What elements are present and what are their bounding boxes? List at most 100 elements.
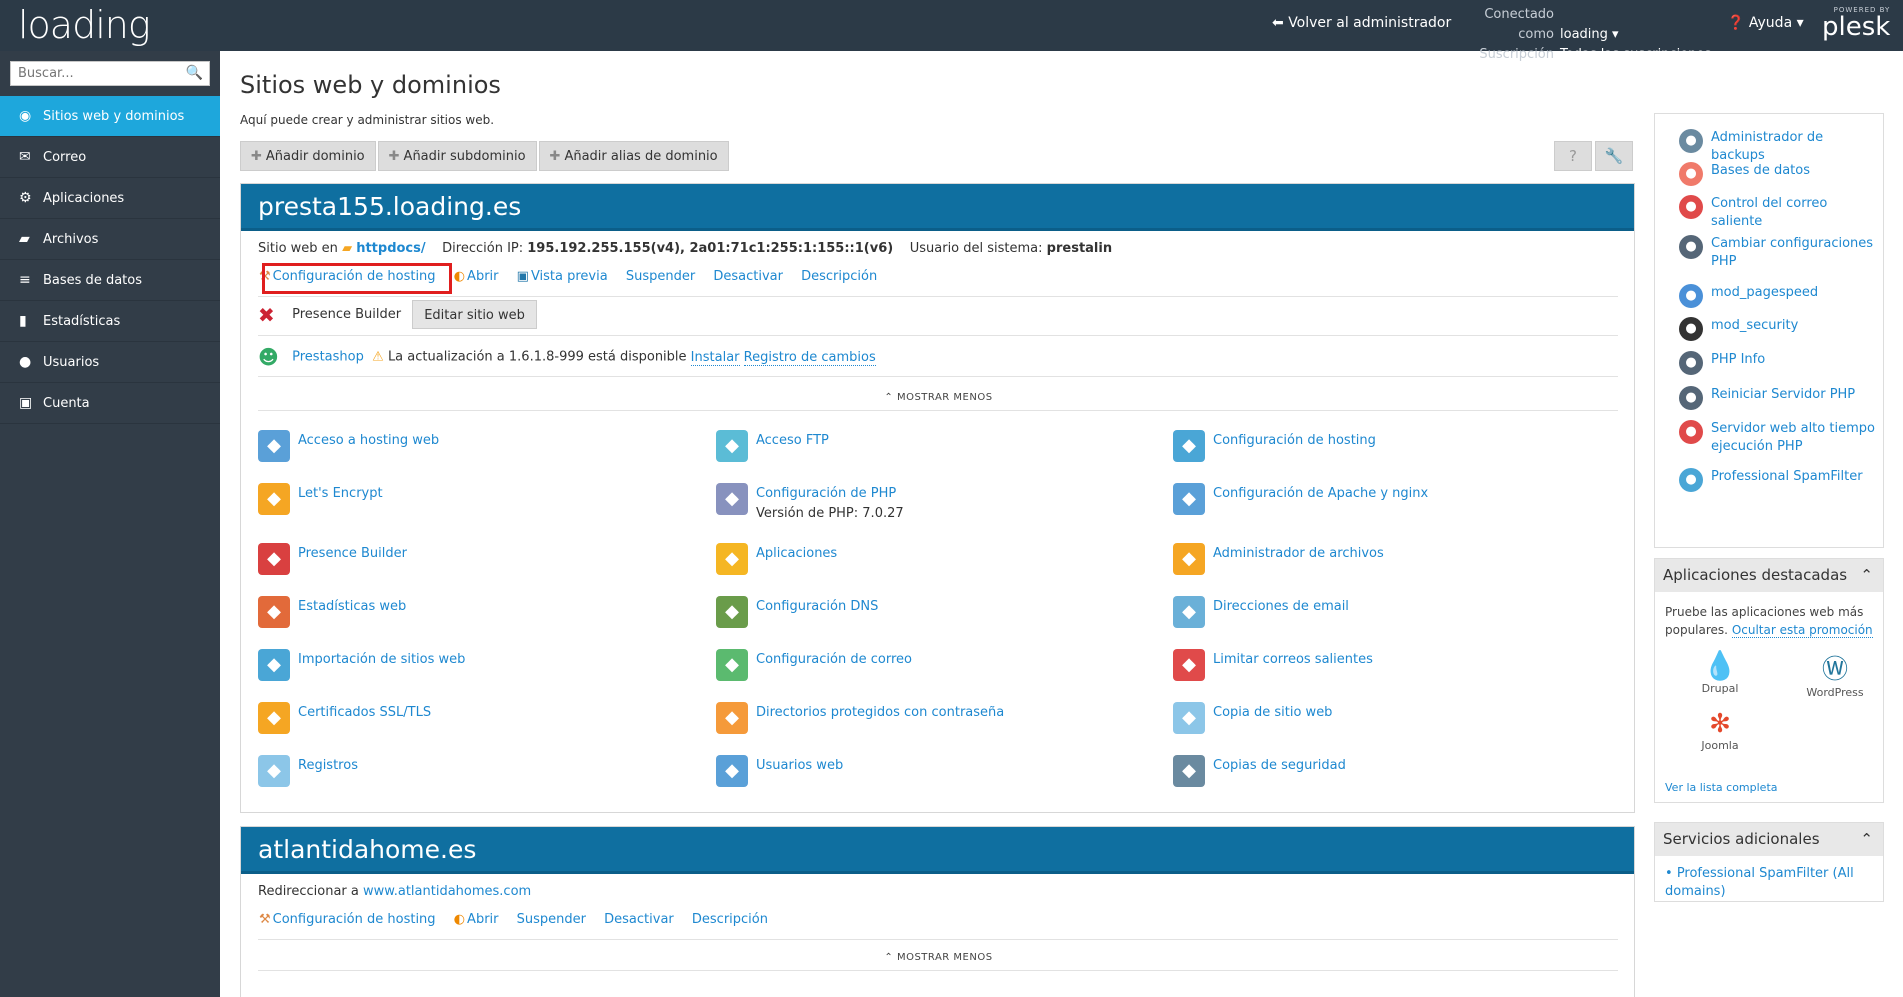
- tool-label[interactable]: Presence Builder: [298, 546, 407, 561]
- tool-label[interactable]: Certificados SSL/TLS: [298, 705, 431, 720]
- user-menu[interactable]: loading ▾: [1560, 27, 1619, 42]
- tool-tile[interactable]: ◆ Importación de sitios web: [258, 649, 698, 689]
- tool-tile[interactable]: ◆ Copia de sitio web: [1173, 702, 1613, 742]
- brand-logo[interactable]: loading: [18, 3, 151, 47]
- sidebar-item-mail[interactable]: ✉ Correo: [0, 137, 220, 178]
- chevron-up-icon[interactable]: ⌃: [1860, 559, 1873, 592]
- tool-label[interactable]: Configuración DNS: [756, 599, 878, 614]
- suspend-link[interactable]: Suspender: [626, 269, 695, 284]
- tool-label[interactable]: Acceso a hosting web: [298, 433, 439, 448]
- show-less-toggle[interactable]: ⌃ MOSTRAR MENOS: [241, 952, 1636, 963]
- tools-button[interactable]: 🔧: [1595, 141, 1633, 171]
- domain-title[interactable]: presta155.loading.es: [241, 184, 1634, 231]
- tool-label[interactable]: Copia de sitio web: [1213, 705, 1332, 720]
- tool-tile[interactable]: ◆ Let's Encrypt: [258, 483, 698, 523]
- full-list-link[interactable]: Ver la lista completa: [1665, 781, 1778, 794]
- tool-label[interactable]: Configuración de hosting: [1213, 433, 1376, 448]
- hide-promo-link[interactable]: Ocultar esta promoción: [1731, 623, 1873, 638]
- app-wordpress[interactable]: Ⓦ WordPress: [1800, 649, 1870, 699]
- preview-link[interactable]: ▣ Vista previa: [517, 269, 608, 284]
- tool-tile[interactable]: ◆ Limitar correos salientes: [1173, 649, 1613, 689]
- suspend-link[interactable]: Suspender: [517, 912, 586, 927]
- tool-label[interactable]: Importación de sitios web: [298, 652, 465, 667]
- tool-tile[interactable]: ◆ Direcciones de email: [1173, 596, 1613, 636]
- prestashop-link[interactable]: Prestashop: [292, 350, 364, 365]
- tool-tile[interactable]: ◆ Aplicaciones: [716, 543, 1156, 583]
- sidebar-item-statistics[interactable]: ▮ Estadísticas: [0, 301, 220, 342]
- description-link[interactable]: Descripción: [801, 269, 877, 284]
- domain-title[interactable]: atlantidahome.es: [241, 827, 1634, 874]
- help-button[interactable]: ?: [1554, 141, 1592, 171]
- spamfilter-all-domains-link[interactable]: Professional SpamFilter (All domains): [1665, 866, 1854, 899]
- warning-icon: ⚠: [372, 349, 384, 365]
- tool-tile[interactable]: ◆ Presence Builder: [258, 543, 698, 583]
- redirect-link[interactable]: www.atlantidahomes.com: [363, 884, 531, 899]
- copy-site-icon: ◆: [1173, 702, 1205, 734]
- sidebar-item-account[interactable]: ▣ Cuenta: [0, 383, 220, 424]
- search-input[interactable]: [11, 62, 181, 85]
- tool-label[interactable]: Estadísticas web: [298, 599, 406, 614]
- hosting-settings-link[interactable]: ⚒ Configuración de hosting: [259, 912, 436, 927]
- tool-label[interactable]: Configuración de PHP: [756, 486, 896, 501]
- deactivate-link[interactable]: Desactivar: [713, 269, 783, 284]
- tool-tile[interactable]: ◆ Configuración de PHP Versión de PHP: 7.0…: [716, 483, 1156, 523]
- tool-tile[interactable]: ◆ Directorios protegidos con contraseña: [716, 702, 1156, 742]
- tool-tile[interactable]: ◆ Configuración de Apache y nginx: [1173, 483, 1613, 523]
- tool-tile[interactable]: ◆ Certificados SSL/TLS: [258, 702, 698, 742]
- tool-tile[interactable]: ◆ Acceso a hosting web: [258, 430, 698, 470]
- tool-tile[interactable]: ◆ Copias de seguridad: [1173, 755, 1613, 795]
- dns-icon: ◆: [716, 596, 748, 628]
- changelog-link[interactable]: Registro de cambios: [743, 349, 876, 366]
- tool-label[interactable]: Limitar correos salientes: [1213, 652, 1373, 667]
- search-icon[interactable]: 🔍: [186, 65, 203, 81]
- open-icon: ◐: [453, 912, 466, 927]
- add-domain-button[interactable]: ✚ Añadir dominio: [240, 141, 376, 171]
- help-menu[interactable]: ❓ Ayuda ▾: [1727, 15, 1804, 31]
- tool-tile[interactable]: ◆ Estadísticas web: [258, 596, 698, 636]
- edit-website-button[interactable]: Editar sitio web: [412, 300, 537, 329]
- tool-label[interactable]: Administrador de archivos: [1213, 546, 1384, 561]
- back-to-admin-button[interactable]: ⬅ Volver al administrador: [1272, 15, 1451, 31]
- add-subdomain-button[interactable]: ✚ Añadir subdominio: [377, 141, 537, 171]
- sidebar-item-websites[interactable]: ◉ Sitios web y dominios: [0, 96, 220, 137]
- tool-label[interactable]: Directorios protegidos con contraseña: [756, 705, 1004, 720]
- tool-tile[interactable]: ◆ Usuarios web: [716, 755, 1156, 795]
- install-update-link[interactable]: Instalar: [690, 349, 740, 366]
- tool-tile[interactable]: ◆ Configuración DNS: [716, 596, 1156, 636]
- deactivate-link[interactable]: Desactivar: [604, 912, 674, 927]
- app-drupal[interactable]: 💧 Drupal: [1695, 649, 1745, 695]
- tool-tile[interactable]: ◆ Configuración de hosting: [1173, 430, 1613, 470]
- page-description: Aquí puede crear y administrar sitios we…: [240, 113, 495, 127]
- description-link[interactable]: Descripción: [692, 912, 768, 927]
- docroot-link[interactable]: httpdocs/: [356, 241, 425, 256]
- tool-label[interactable]: Configuración de correo: [756, 652, 912, 667]
- sidebar-item-users[interactable]: ● Usuarios: [0, 342, 220, 383]
- tool-label[interactable]: Configuración de Apache y nginx: [1213, 486, 1428, 501]
- quick-tool-label: Cambiar configuraciones PHP: [1711, 236, 1874, 269]
- domain-links: ⚒ Configuración de hosting ◐ Abrir Suspend…: [256, 912, 782, 927]
- sidebar-item-files[interactable]: ▰ Archivos: [0, 219, 220, 260]
- add-domain-alias-button[interactable]: ✚ Añadir alias de dominio: [538, 141, 729, 171]
- sidebar-item-applications[interactable]: ⚙ Aplicaciones: [0, 178, 220, 219]
- tool-tile[interactable]: ◆ Configuración de correo: [716, 649, 1156, 689]
- tool-label[interactable]: Let's Encrypt: [298, 486, 383, 501]
- chevron-up-icon[interactable]: ⌃: [1860, 823, 1873, 856]
- tool-tile[interactable]: ◆ Administrador de archivos: [1173, 543, 1613, 583]
- featured-apps-header[interactable]: Aplicaciones destacadas ⌃: [1655, 559, 1883, 592]
- drupal-icon: 💧: [1702, 649, 1738, 682]
- tool-tile[interactable]: ◆ Acceso FTP: [716, 430, 1156, 470]
- open-link[interactable]: ◐ Abrir: [454, 912, 499, 927]
- open-link[interactable]: ◐ Abrir: [454, 269, 499, 284]
- tool-label[interactable]: Registros: [298, 758, 358, 773]
- tool-label[interactable]: Copias de seguridad: [1213, 758, 1346, 773]
- timer-icon: ●: [1679, 420, 1703, 444]
- tool-label[interactable]: Aplicaciones: [756, 546, 837, 561]
- tool-label[interactable]: Usuarios web: [756, 758, 843, 773]
- show-less-toggle[interactable]: ⌃ MOSTRAR MENOS: [241, 392, 1636, 403]
- additional-services-header[interactable]: Servicios adicionales ⌃: [1655, 823, 1883, 856]
- tool-label[interactable]: Direcciones de email: [1213, 599, 1349, 614]
- tool-label[interactable]: Acceso FTP: [756, 433, 829, 448]
- app-joomla[interactable]: ✻ Joomla: [1695, 709, 1745, 752]
- sidebar-item-databases[interactable]: ≡ Bases de datos: [0, 260, 220, 301]
- tool-tile[interactable]: ◆ Registros: [258, 755, 698, 795]
